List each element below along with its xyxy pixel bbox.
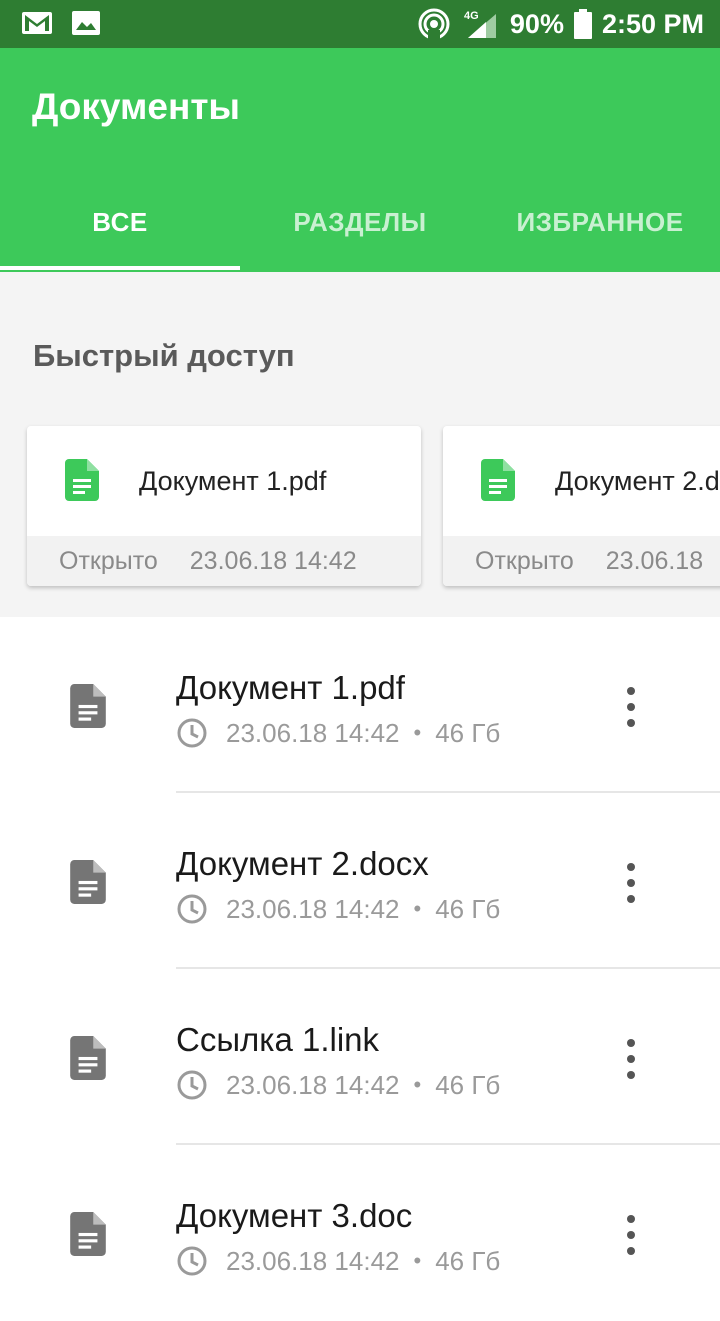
quick-access-card-footer: Открыто 23.06.18 14:42 [27, 536, 421, 586]
file-meta: 23.06.18 14:42 • 46 Гб [176, 1245, 500, 1277]
network-label: 4G [464, 10, 479, 22]
more-vert-icon[interactable] [616, 1215, 646, 1255]
meta-separator: • [413, 1248, 422, 1273]
file-size: 46 Гб [435, 1245, 501, 1276]
file-date: 23.06.18 14:42 [226, 1069, 400, 1100]
file-meta: 23.06.18 14:42 • 46 Гб [176, 1069, 500, 1101]
file-name: Документ 1.pdf [176, 669, 405, 706]
hotspot-icon [418, 8, 450, 40]
more-vert-icon[interactable] [616, 1039, 646, 1079]
tab-favorites[interactable]: ИЗБРАННОЕ [480, 172, 720, 272]
meta-separator: • [413, 720, 422, 745]
file-date: 23.06.18 14:42 [226, 717, 400, 748]
quick-access-card-name: Документ 2.d [555, 466, 720, 496]
meta-separator: • [413, 1072, 422, 1097]
battery-icon [573, 9, 592, 39]
quick-access-card-name: Документ 1.pdf [139, 466, 327, 496]
page-title: Документы [32, 86, 241, 127]
file-size: 46 Гб [435, 1069, 501, 1100]
quick-access-title: Быстрый доступ [33, 338, 295, 373]
document-icon [481, 459, 515, 506]
status-bar: 4G 90% 2:50 PM [0, 0, 720, 48]
file-name: Документ 2.docx [176, 845, 429, 882]
file-name: Ссылка 1.link [176, 1021, 380, 1058]
quick-access-card-status: Открыто [59, 546, 158, 575]
gmail-icon [22, 10, 52, 36]
tab-bar: ВСЕ РАЗДЕЛЫ ИЗБРАННОЕ [0, 172, 720, 272]
more-vert-icon[interactable] [616, 863, 646, 903]
meta-separator: • [413, 896, 422, 921]
app-bar: Документы ВСЕ РАЗДЕЛЫ ИЗБРАННОЕ [0, 48, 720, 272]
document-icon [70, 1212, 106, 1261]
document-icon [70, 1036, 106, 1085]
document-icon [70, 860, 106, 909]
clock-icon [176, 717, 226, 749]
document-icon [65, 459, 99, 506]
file-size: 46 Гб [435, 893, 501, 924]
quick-access-card-date: 23.06.18 [605, 546, 704, 575]
clock-icon [176, 1245, 226, 1277]
file-date: 23.06.18 14:42 [226, 1245, 400, 1276]
document-icon [70, 684, 106, 733]
file-list: Документ 1.pdf 23.06.18 14:42 • 46 Гб До… [0, 617, 720, 1321]
list-item[interactable]: Ссылка 1.link 23.06.18 14:42 • 46 Гб [0, 969, 720, 1145]
quick-access-card-footer: Открыто 23.06.18 [443, 536, 720, 586]
list-item[interactable]: Документ 2.docx 23.06.18 14:42 • 46 Гб [0, 793, 720, 969]
clock-time: 2:50 PM [601, 8, 704, 39]
file-name: Документ 3.doc [176, 1197, 413, 1234]
file-size: 46 Гб [435, 717, 501, 748]
tab-all[interactable]: ВСЕ [0, 172, 240, 272]
file-meta: 23.06.18 14:42 • 46 Гб [176, 893, 500, 925]
battery-percent: 90% [509, 8, 564, 39]
signal-icon: 4G [460, 8, 500, 40]
file-date: 23.06.18 14:42 [226, 893, 400, 924]
quick-access-card[interactable]: Документ 2.d Открыто 23.06.18 [443, 426, 720, 586]
file-meta: 23.06.18 14:42 • 46 Гб [176, 717, 500, 749]
list-item[interactable]: Документ 3.doc 23.06.18 14:42 • 46 Гб [0, 1145, 720, 1321]
clock-icon [176, 1069, 226, 1101]
quick-access-section: Быстрый доступ Документ 1.pdf Открыто 23… [0, 272, 720, 617]
tab-sections[interactable]: РАЗДЕЛЫ [240, 172, 480, 272]
more-vert-icon[interactable] [616, 687, 646, 727]
clock-icon [176, 893, 226, 925]
image-icon [72, 10, 100, 36]
list-item[interactable]: Документ 1.pdf 23.06.18 14:42 • 46 Гб [0, 617, 720, 793]
quick-access-card-date: 23.06.18 14:42 [189, 546, 357, 575]
quick-access-card-status: Открыто [475, 546, 574, 575]
quick-access-card[interactable]: Документ 1.pdf Открыто 23.06.18 14:42 [27, 426, 421, 586]
